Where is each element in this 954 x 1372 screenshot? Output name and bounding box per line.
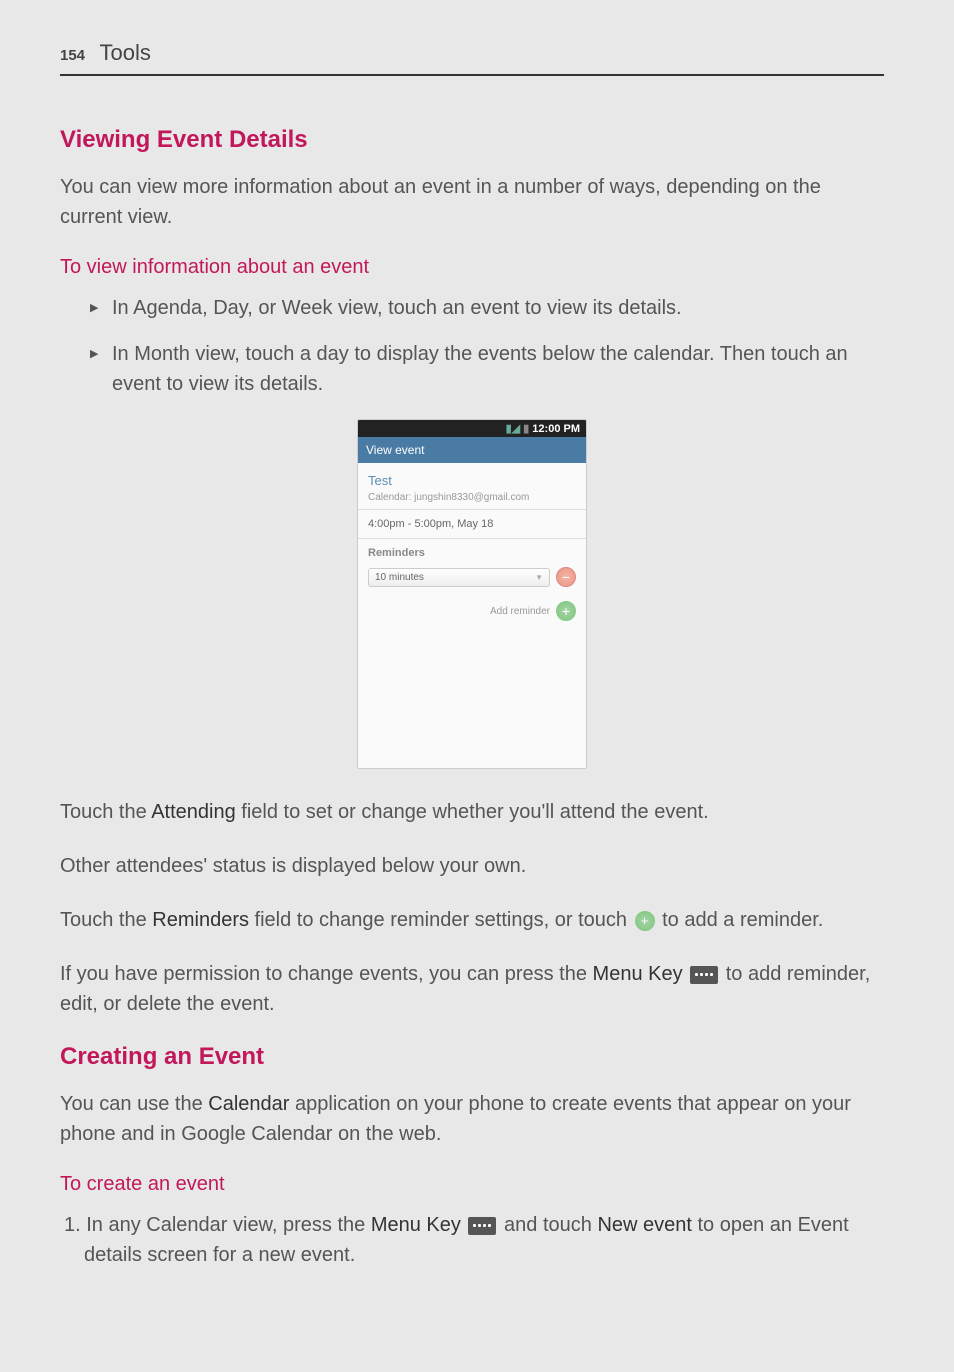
intro-paragraph: You can view more information about an e… (60, 172, 884, 232)
attendees-paragraph: Other attendees' status is displayed bel… (60, 851, 884, 881)
reminders-bold: Reminders (152, 909, 249, 931)
phone-screen: ▮◢ ▮ 12:00 PM View event Test Calendar: … (357, 419, 587, 769)
event-info-section: Test Calendar: jungshin8330@gmail.com (358, 463, 586, 510)
screenshot-container: ▮◢ ▮ 12:00 PM View event Test Calendar: … (60, 419, 884, 769)
menu-key-bold: Menu Key (593, 963, 683, 985)
bullet-item-agenda: In Agenda, Day, or Week view, touch an e… (60, 293, 884, 323)
bullet-list: In Agenda, Day, or Week view, touch an e… (60, 293, 884, 399)
menu-key-icon (690, 966, 718, 984)
remove-reminder-button[interactable]: − (556, 567, 576, 587)
section-heading-creating: Creating an Event (60, 1043, 884, 1071)
menu-key-paragraph: If you have permission to change events,… (60, 959, 884, 1019)
menu-key-icon-2 (468, 1217, 496, 1235)
step-1: 1. In any Calendar view, press the Menu … (60, 1210, 884, 1270)
bullet-item-month: In Month view, touch a day to display th… (60, 339, 884, 399)
page-title: Tools (99, 40, 150, 65)
status-bar: ▮◢ ▮ 12:00 PM (358, 420, 586, 437)
add-reminder-row: Add reminder + (358, 595, 586, 627)
sub-heading-create: To create an event (60, 1173, 884, 1196)
event-name: Test (368, 473, 576, 488)
view-event-title-bar: View event (358, 437, 586, 463)
sub-heading-view-info: To view information about an event (60, 256, 884, 279)
status-time: 12:00 PM (532, 423, 580, 435)
event-time: 4:00pm - 5:00pm, May 18 (358, 510, 586, 539)
menu-key-bold-2: Menu Key (371, 1214, 461, 1236)
reminder-row: 10 minutes ▼ − (358, 563, 586, 595)
page-header: 154 Tools (60, 40, 884, 76)
creating-intro: You can use the Calendar application on … (60, 1089, 884, 1149)
page-number: 154 (60, 47, 85, 64)
attending-bold: Attending (151, 801, 236, 823)
reminder-dropdown[interactable]: 10 minutes ▼ (368, 568, 550, 587)
attending-paragraph: Touch the Attending field to set or chan… (60, 797, 884, 827)
plus-icon: + (635, 911, 655, 931)
new-event-bold: New event (597, 1214, 692, 1236)
calendar-bold: Calendar (208, 1093, 289, 1115)
battery-icon: ▮ (523, 423, 529, 435)
section-heading-viewing: Viewing Event Details (60, 126, 884, 154)
add-reminder-button[interactable]: + (556, 601, 576, 621)
calendar-line: Calendar: jungshin8330@gmail.com (368, 492, 576, 503)
chevron-down-icon: ▼ (535, 573, 543, 582)
reminder-value: 10 minutes (375, 572, 424, 583)
signal-icon: ▮◢ (506, 423, 521, 435)
add-reminder-label: Add reminder (490, 606, 550, 617)
reminders-paragraph: Touch the Reminders field to change remi… (60, 905, 884, 935)
reminders-label: Reminders (358, 539, 586, 563)
